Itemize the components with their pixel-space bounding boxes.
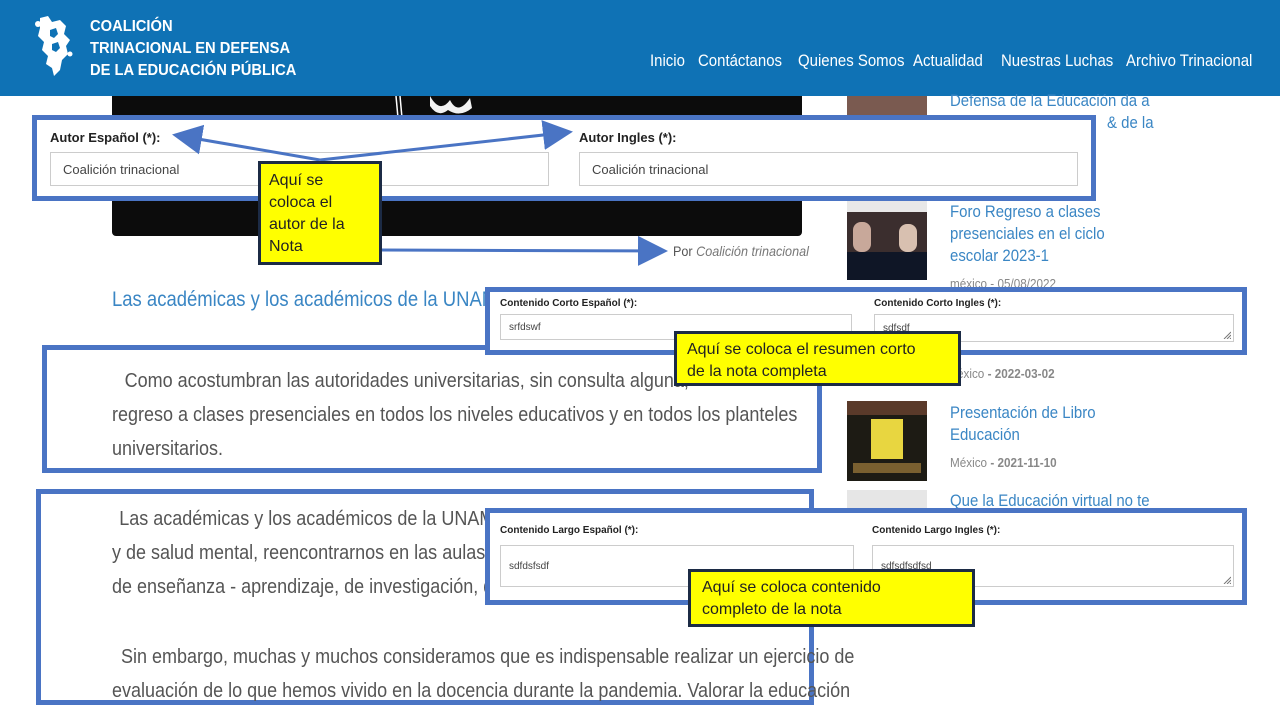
author-note: Aquí se coloca el autor de la Nota (258, 161, 382, 265)
article-paragraph-1: Como acostumbran las autoridades univers… (112, 364, 798, 466)
nav-item-contactanos[interactable]: Contáctanos (698, 51, 782, 71)
long-content-note: Aquí se coloca contenido completo de la … (688, 569, 975, 627)
site-brand[interactable]: COALICIÓN TRINACIONAL EN DEFENSA DE LA E… (90, 16, 296, 82)
article-byline: Por Coalición trinacional (673, 243, 809, 259)
author-note-line-1: Aquí se (269, 172, 324, 189)
site-header: COALICIÓN TRINACIONAL EN DEFENSA DE LA E… (0, 0, 1280, 96)
article-title[interactable]: Las académicas y los académicos de la UN… (112, 288, 497, 312)
sidebar-item-4-place: México (950, 455, 988, 470)
author-note-line-3: autor de la (269, 216, 345, 233)
byline-author[interactable]: Coalición trinacional (696, 243, 809, 259)
brand-line-3: DE LA EDUCACIÓN PÚBLICA (90, 62, 297, 79)
author-en-label: Autor Ingles (*): (579, 130, 677, 145)
byline-prefix: Por (673, 243, 693, 259)
sidebar-item-4-date: - 2021-11-10 (990, 455, 1057, 470)
nav-item-archivo-trinacional[interactable]: Archivo Trinacional (1126, 51, 1252, 71)
sidebar-item-1-line-1[interactable]: Defensa de la Educación da a (950, 90, 1150, 112)
sidebar-item-3-date: - 2022-03-02 (987, 366, 1055, 381)
nav-item-actualidad[interactable]: Actualidad (913, 51, 983, 71)
sidebar-item-4-line-1[interactable]: Presentación de Libro (950, 402, 1096, 424)
sidebar-thumb-1[interactable] (847, 96, 927, 116)
nav-item-quienes-somos[interactable]: Quienes Somos (798, 51, 904, 71)
article-paragraph-3: Sin embargo, muchas y muchos consideramo… (112, 640, 855, 708)
resize-grip-icon[interactable] (1223, 331, 1231, 339)
author-en-input[interactable]: Coalición trinacional (579, 152, 1078, 186)
sidebar-item-4-meta: México - 2021-11-10 (950, 455, 1057, 470)
nav-item-nuestras-luchas[interactable]: Nuestras Luchas (1001, 51, 1113, 71)
arrow-to-byline (379, 235, 668, 266)
sidebar-thumb-4[interactable] (847, 401, 927, 481)
short-en-label: Contenido Corto Ingles (*): (874, 298, 1002, 309)
coalition-logo-icon[interactable] (30, 14, 78, 80)
author-es-label: Autor Español (*): (50, 130, 161, 145)
paragraph-3-line-2: evaluación de lo que hemos vivido en la … (112, 680, 851, 702)
brand-line-2: TRINACIONAL EN DEFENSA (90, 40, 291, 57)
paragraph-1-line-2: regreso a clases presenciales en todos l… (112, 404, 798, 426)
long-en-label: Contenido Largo Ingles (*): (872, 525, 1001, 536)
resize-grip-icon[interactable] (1223, 576, 1231, 584)
paragraph-1-line-3: universitarios. (112, 438, 224, 460)
paragraph-1-line-1: Como acostumbran las autoridades univers… (124, 370, 689, 392)
sidebar-item-2-line-2[interactable]: presenciales en el ciclo (950, 223, 1105, 245)
brand-line-1: COALICIÓN (90, 18, 173, 35)
short-note-line-1: Aquí se coloca el resumen corto (687, 341, 916, 358)
sidebar-item-2-line-3[interactable]: escolar 2023-1 (950, 245, 1049, 267)
sidebar-thumb-2[interactable] (847, 200, 927, 280)
long-note-line-2: completo de la nota (702, 601, 842, 618)
long-es-label: Contenido Largo Español (*): (500, 525, 639, 536)
paragraph-3-line-1: Sin embargo, muchas y muchos consideramo… (121, 646, 855, 668)
sidebar-item-3-meta: éxico - 2022-03-02 (957, 366, 1055, 381)
sidebar-item-2-line-1[interactable]: Foro Regreso a clases (950, 201, 1101, 223)
author-note-line-4: Nota (269, 238, 303, 255)
long-note-line-1: Aquí se coloca contenido (702, 579, 881, 596)
short-es-label: Contenido Corto Español (*): (500, 298, 638, 309)
author-form-box: Autor Español (*): Coalición trinacional… (32, 115, 1096, 201)
short-note-line-2: de la nota completa (687, 363, 827, 380)
sidebar-item-3-place: éxico (957, 366, 985, 381)
short-content-note: Aquí se coloca el resumen corto de la no… (674, 331, 961, 386)
nav-item-inicio[interactable]: Inicio (650, 51, 685, 71)
sidebar-item-4-line-2[interactable]: Educación (950, 424, 1020, 446)
sidebar-thumb-5[interactable] (847, 490, 927, 510)
sidebar-item-1-line-2[interactable]: & de la (1107, 112, 1154, 134)
author-note-line-2: coloca el (269, 194, 333, 211)
